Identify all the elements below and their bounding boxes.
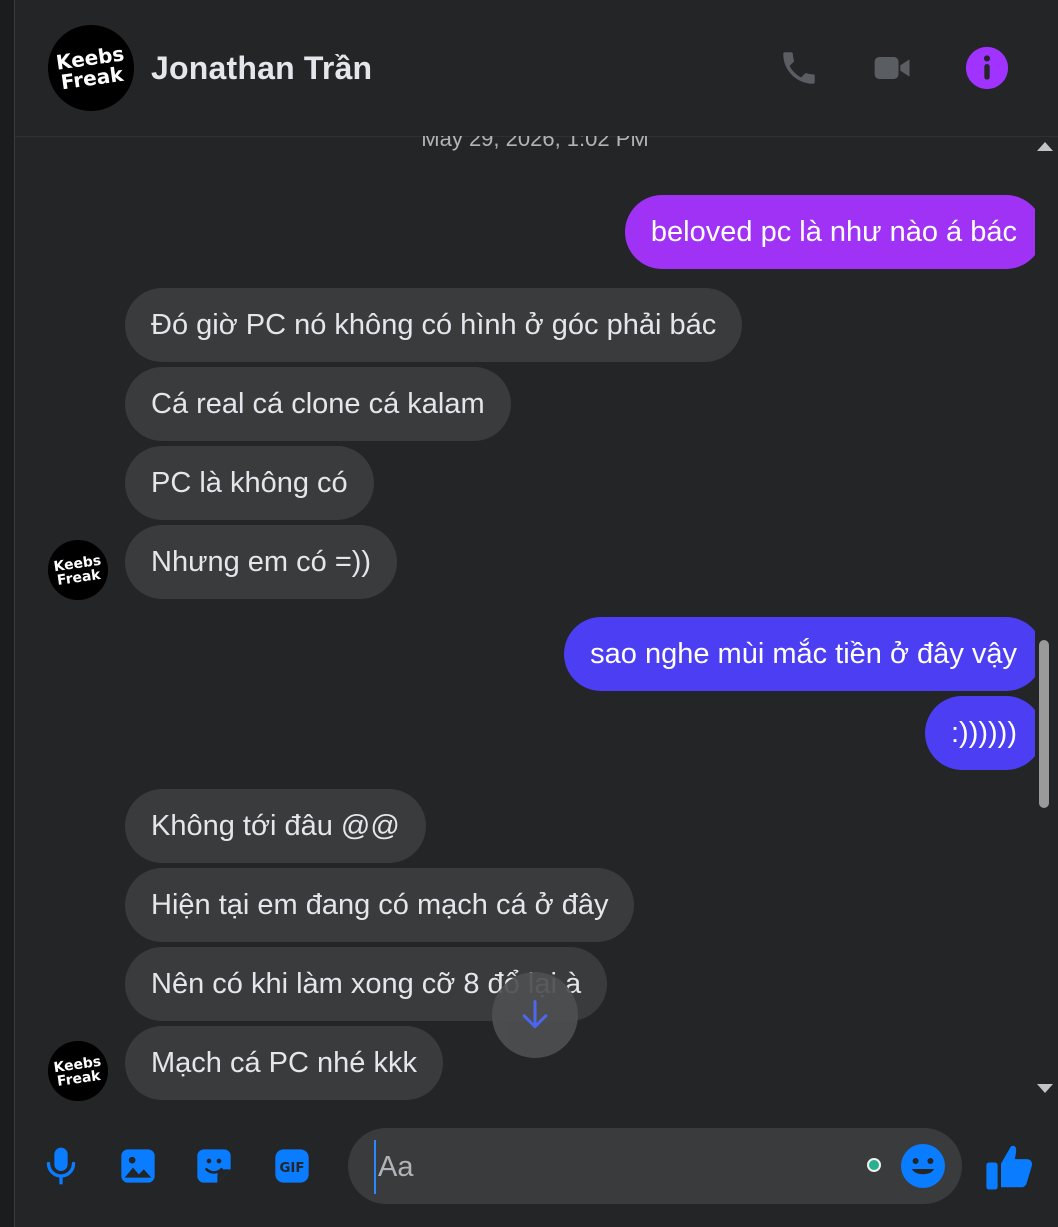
sender-avatar[interactable]: Keebs Freak <box>48 540 108 600</box>
video-icon[interactable] <box>869 44 917 92</box>
thread-scrollbar[interactable] <box>1033 136 1057 1102</box>
contact-name[interactable]: Jonathan Trần <box>151 50 372 87</box>
message-incoming[interactable]: Đó giờ PC nó không có hình ở góc phải bá… <box>125 288 743 362</box>
mic-icon[interactable] <box>37 1142 85 1190</box>
message-thread: May 29, 2026, 1:02 PM beloved pc là như … <box>15 136 1035 1102</box>
scroll-up-arrow[interactable] <box>1037 142 1053 151</box>
gif-icon[interactable]: GIF <box>268 1142 316 1190</box>
grammar-status-dot <box>867 1158 881 1172</box>
message-input-container[interactable] <box>348 1128 962 1204</box>
svg-text:GIF: GIF <box>279 1161 304 1176</box>
sender-avatar[interactable]: Keebs Freak <box>48 1041 108 1101</box>
message-outgoing[interactable]: beloved pc là như nào á bác <box>624 195 1035 269</box>
scroll-to-bottom-button[interactable] <box>492 972 578 1058</box>
message-outgoing[interactable]: :)))))) <box>924 696 1035 770</box>
message-input[interactable] <box>374 1140 860 1194</box>
emoji-icon[interactable] <box>899 1142 947 1190</box>
message-incoming[interactable]: Cá real cá clone cá kalam <box>125 367 511 441</box>
contact-avatar[interactable]: Keebs Freak <box>48 25 134 111</box>
message-outgoing[interactable]: sao nghe mùi mắc tiền ở đây vậy <box>564 617 1035 691</box>
message-incoming[interactable]: Nhưng em có =)) <box>125 525 398 599</box>
info-icon[interactable] <box>963 44 1011 92</box>
message-incoming[interactable]: Mạch cá PC nhé kkk <box>125 1026 443 1100</box>
scrollbar-thumb[interactable] <box>1039 640 1049 808</box>
chat-header: Keebs Freak Jonathan Trần <box>15 0 1058 137</box>
chat-window: Keebs Freak Jonathan Trần May 29, 2026, … <box>14 0 1058 1227</box>
scroll-down-arrow[interactable] <box>1037 1084 1053 1093</box>
message-incoming[interactable]: PC là không có <box>125 446 374 520</box>
sticker-icon[interactable] <box>190 1142 238 1190</box>
message-incoming[interactable]: Hiện tại em đang có mạch cá ở đây <box>125 868 635 942</box>
composer-bar: GIF <box>15 1102 1058 1227</box>
avatar-logo: Keebs Freak <box>48 25 134 111</box>
image-icon[interactable] <box>114 1142 162 1190</box>
like-icon[interactable] <box>983 1140 1037 1194</box>
message-incoming[interactable]: Không tới đâu @@ <box>125 789 426 863</box>
phone-icon[interactable] <box>775 44 823 92</box>
thread-timestamp: May 29, 2026, 1:02 PM <box>421 136 649 151</box>
arrow-down-icon <box>522 1000 548 1029</box>
